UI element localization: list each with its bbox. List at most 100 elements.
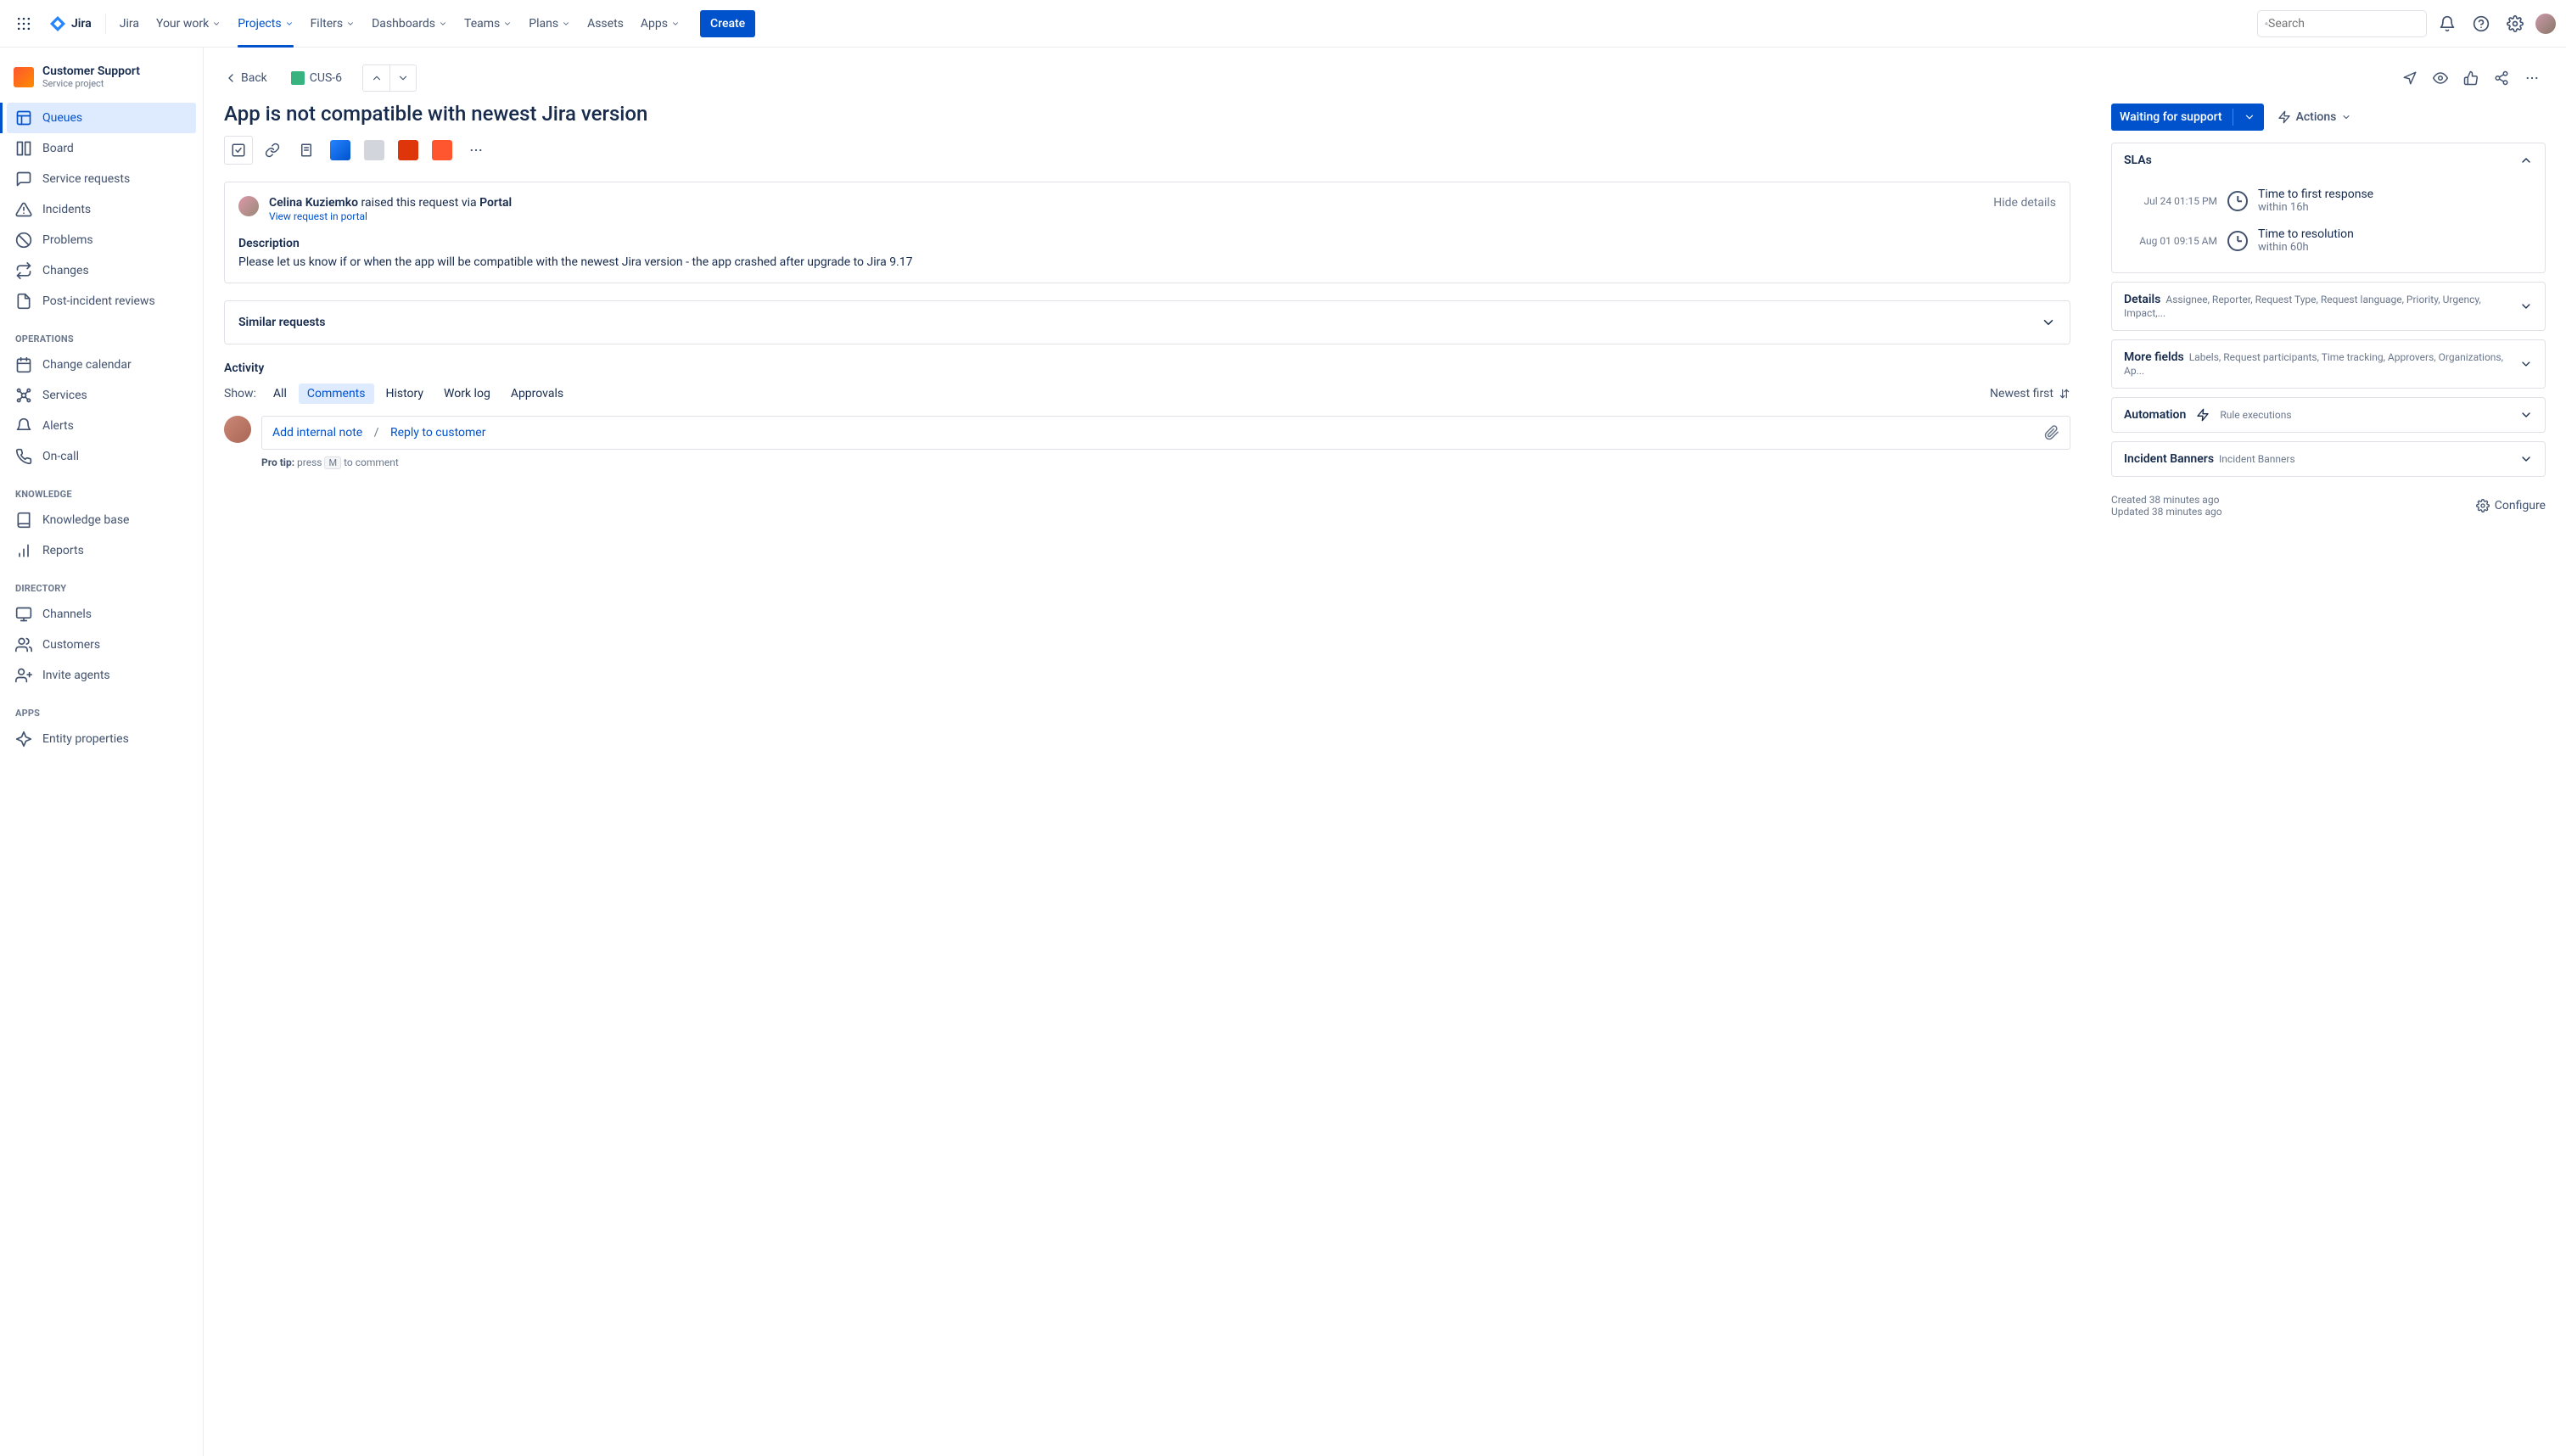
top-navigation: Jira Jira Your work Projects Filters Das… (0, 0, 2566, 48)
details-header[interactable]: DetailsAssignee, Reporter, Request Type,… (2112, 283, 2545, 330)
view-in-portal-link[interactable]: View request in portal (269, 210, 367, 222)
created-text: Created 38 minutes ago (2111, 494, 2222, 506)
more-tools-button[interactable] (462, 136, 490, 165)
attach-button[interactable] (224, 136, 253, 165)
more-fields-header[interactable]: More fieldsLabels, Request participants,… (2112, 340, 2545, 388)
help-icon[interactable] (2468, 10, 2495, 37)
add-internal-note-link[interactable]: Add internal note (272, 426, 362, 440)
chevron-up-icon (2519, 154, 2533, 167)
gear-icon (2476, 499, 2490, 512)
tab-all[interactable]: All (265, 384, 295, 404)
main-area: Back CUS-6 App is not compatible with ne… (204, 48, 2566, 1456)
project-name: Customer Support (42, 64, 140, 78)
nav-dashboards[interactable]: Dashboards (365, 0, 454, 48)
app-switcher-icon[interactable] (10, 10, 37, 37)
search-box[interactable] (2257, 10, 2427, 37)
app-button-3[interactable] (428, 136, 457, 165)
issue-toolbar (224, 136, 2070, 165)
sidebar-item-incidents[interactable]: Incidents (7, 194, 196, 225)
app-icon (364, 140, 384, 160)
block-icon (15, 232, 32, 249)
nav-teams[interactable]: Teams (457, 0, 518, 48)
sidebar-item-invite-agents[interactable]: Invite agents (7, 660, 196, 691)
topnav-right (2257, 10, 2556, 37)
sidebar-item-reports[interactable]: Reports (7, 535, 196, 566)
status-dropdown[interactable]: Waiting for support (2111, 104, 2264, 131)
vote-icon[interactable] (2457, 64, 2485, 92)
show-label: Show: (224, 387, 256, 400)
sort-button[interactable]: Newest first (1990, 387, 2070, 400)
reply-to-customer-link[interactable]: Reply to customer (390, 426, 485, 440)
user-avatar[interactable] (2535, 14, 2556, 34)
app-button-2[interactable] (394, 136, 423, 165)
sidebar-project-header[interactable]: Customer Support Service project (7, 64, 196, 103)
search-input[interactable] (2268, 17, 2419, 31)
sidebar-item-problems[interactable]: Problems (7, 225, 196, 255)
nav-jira[interactable]: Jira (113, 0, 146, 48)
sidebar-item-post-incident[interactable]: Post-incident reviews (7, 286, 196, 316)
configure-button[interactable]: Configure (2476, 499, 2546, 512)
tab-history[interactable]: History (378, 384, 433, 404)
queues-icon (15, 109, 32, 126)
create-button[interactable]: Create (700, 10, 755, 37)
requester-avatar[interactable] (238, 196, 259, 216)
page-button[interactable] (292, 136, 321, 165)
link-button[interactable] (258, 136, 287, 165)
users-icon (15, 636, 32, 653)
sidebar-item-change-calendar[interactable]: Change calendar (7, 350, 196, 380)
chevron-down-icon (2519, 300, 2533, 313)
settings-icon[interactable] (2502, 10, 2529, 37)
sidebar-item-alerts[interactable]: Alerts (7, 411, 196, 441)
sidebar-item-services[interactable]: Services (7, 380, 196, 411)
tab-comments[interactable]: Comments (299, 384, 374, 404)
sidebar-item-customers[interactable]: Customers (7, 630, 196, 660)
sidebar-item-board[interactable]: Board (7, 133, 196, 164)
nav-assets[interactable]: Assets (580, 0, 630, 48)
prev-issue-button[interactable] (362, 64, 389, 92)
nav-your-work[interactable]: Your work (149, 0, 227, 48)
jira-logo[interactable]: Jira (41, 14, 98, 34)
automation-header[interactable]: AutomationRule executions (2112, 398, 2545, 432)
tab-worklog[interactable]: Work log (435, 384, 499, 404)
nav-filters[interactable]: Filters (304, 0, 362, 48)
nav-plans[interactable]: Plans (522, 0, 577, 48)
issue-title[interactable]: App is not compatible with newest Jira v… (224, 102, 2070, 126)
clock-icon (2227, 191, 2248, 211)
comment-input-box[interactable]: Add internal note / Reply to customer (261, 416, 2070, 450)
changes-icon (15, 262, 32, 279)
notifications-icon[interactable] (2434, 10, 2461, 37)
comment-row: Add internal note / Reply to customer (224, 416, 2070, 450)
sidebar-item-knowledge-base[interactable]: Knowledge base (7, 505, 196, 535)
share-icon[interactable] (2488, 64, 2515, 92)
sidebar-item-queues[interactable]: Queues (7, 103, 196, 133)
app-button-1[interactable] (360, 136, 389, 165)
clock-icon (2227, 231, 2248, 251)
attachment-icon[interactable] (2044, 425, 2059, 440)
link-icon (265, 143, 280, 158)
back-link[interactable]: Back (224, 71, 267, 85)
nav-projects[interactable]: Projects (231, 0, 300, 48)
similar-requests-card[interactable]: Similar requests (224, 300, 2070, 344)
next-issue-button[interactable] (389, 64, 417, 92)
feedback-icon[interactable] (2396, 64, 2423, 92)
book-icon (15, 512, 32, 529)
more-actions-icon[interactable] (2518, 64, 2546, 92)
hide-details-link[interactable]: Hide details (1993, 196, 2056, 210)
confluence-button[interactable] (326, 136, 355, 165)
chevron-down-icon (212, 20, 221, 28)
description-label: Description (238, 237, 2056, 250)
sidebar-item-service-requests[interactable]: Service requests (7, 164, 196, 194)
actions-dropdown[interactable]: Actions (2271, 105, 2359, 129)
watch-icon[interactable] (2427, 64, 2454, 92)
chevron-left-icon (224, 71, 238, 85)
sidebar-item-entity-properties[interactable]: Entity properties (7, 724, 196, 754)
tab-approvals[interactable]: Approvals (502, 384, 572, 404)
description-text[interactable]: Please let us know if or when the app wi… (238, 255, 2056, 269)
nav-apps[interactable]: Apps (634, 0, 686, 48)
issue-key-link[interactable]: CUS-6 (291, 71, 342, 85)
slas-header[interactable]: SLAs (2112, 143, 2545, 177)
sidebar-item-channels[interactable]: Channels (7, 599, 196, 630)
sidebar-item-on-call[interactable]: On-call (7, 441, 196, 472)
sidebar-item-changes[interactable]: Changes (7, 255, 196, 286)
incident-banners-header[interactable]: Incident BannersIncident Banners (2112, 442, 2545, 476)
